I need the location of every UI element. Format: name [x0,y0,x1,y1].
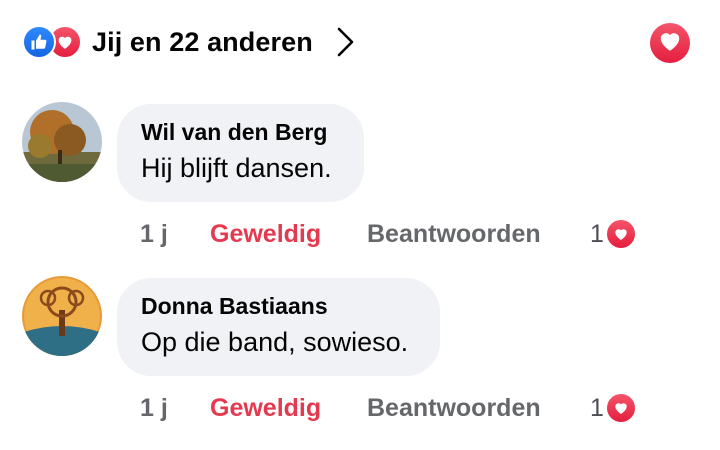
reaction-icons [22,25,86,59]
love-icon [604,392,637,424]
reaction-count[interactable]: 1 [590,216,637,252]
comment-actions: 1 j Geweldig Beantwoorden 1 [140,390,700,426]
comment-bubble[interactable]: Donna Bastiaans Op die band, sowieso. [117,278,441,376]
comment-text: Hij blijft dansen. [141,153,332,183]
love-icon [604,218,637,250]
reaction-count[interactable]: 1 [590,390,637,426]
comment-text: Op die band, sowieso. [141,327,409,357]
comment-bubble[interactable]: Wil van den Berg Hij blijft dansen. [117,104,364,202]
chevron-right-icon[interactable] [335,26,355,58]
comment-author[interactable]: Wil van den Berg [141,118,332,146]
reaction-count-value: 1 [590,220,604,248]
reactions-summary[interactable]: Jij en 22 anderen [22,20,355,64]
react-button[interactable]: Geweldig [210,390,321,426]
heart-icon [657,28,683,59]
reply-button[interactable]: Beantwoorden [367,390,541,426]
comment-actions: 1 j Geweldig Beantwoorden 1 [140,216,700,252]
reactions-summary-text[interactable]: Jij en 22 anderen [92,27,313,58]
comment-time[interactable]: 1 j [140,390,168,426]
reaction-count-value: 1 [590,394,604,422]
love-react-button[interactable] [650,23,690,63]
comment-author[interactable]: Donna Bastiaans [141,292,408,320]
avatar[interactable] [22,276,102,356]
like-icon [22,25,56,59]
avatar[interactable] [22,102,102,182]
react-button[interactable]: Geweldig [210,216,321,252]
reply-button[interactable]: Beantwoorden [367,216,541,252]
comment-time[interactable]: 1 j [140,216,168,252]
